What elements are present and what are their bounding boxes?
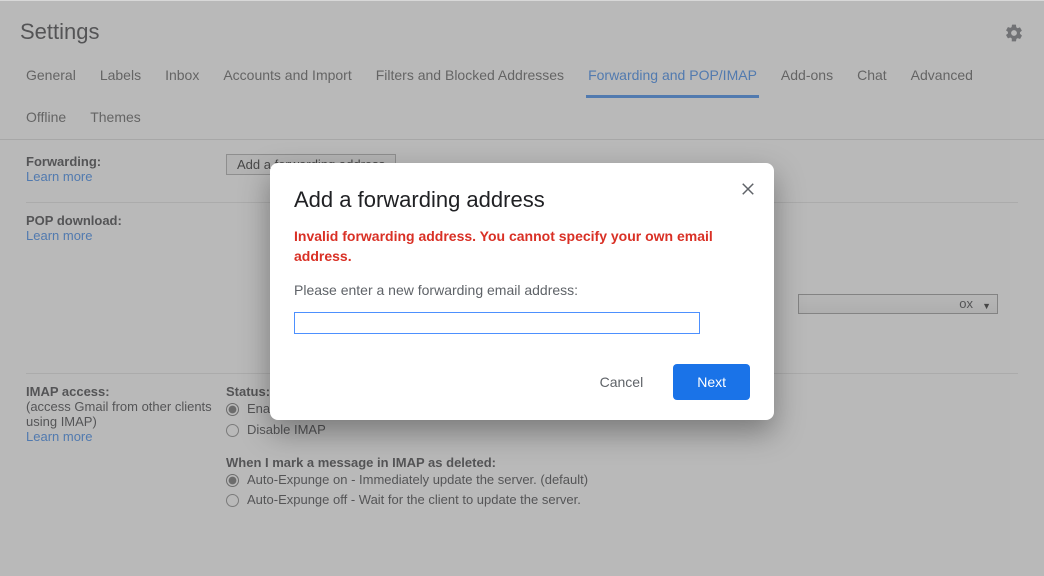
cancel-button[interactable]: Cancel [590, 366, 654, 398]
dialog-prompt: Please enter a new forwarding email addr… [294, 282, 750, 298]
dialog-title: Add a forwarding address [294, 187, 750, 213]
next-button[interactable]: Next [673, 364, 750, 400]
dialog-error: Invalid forwarding address. You cannot s… [294, 227, 750, 266]
forwarding-email-input[interactable] [294, 312, 700, 334]
modal-overlay: Add a forwarding address Invalid forward… [0, 1, 1044, 576]
close-icon[interactable] [736, 177, 760, 201]
add-forwarding-dialog: Add a forwarding address Invalid forward… [270, 163, 774, 420]
